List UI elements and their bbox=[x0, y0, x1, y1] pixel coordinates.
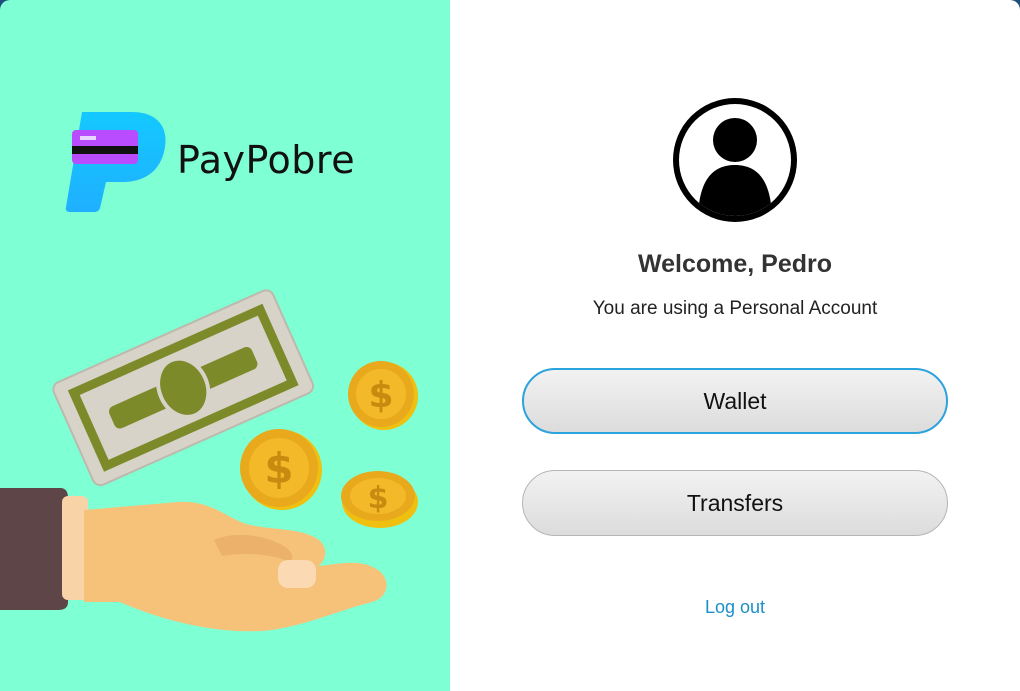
transfers-button[interactable]: Transfers bbox=[522, 470, 948, 536]
brand: PayPobre bbox=[60, 108, 390, 218]
svg-text:$: $ bbox=[264, 444, 293, 493]
paypobre-logo-icon bbox=[65, 112, 166, 212]
home-panel: Welcome, Pedro You are using a Personal … bbox=[450, 0, 1020, 691]
app-window: PayPobre $ $ $ Welcome, Pedro You are us… bbox=[0, 0, 1020, 691]
logout-link[interactable]: Log out bbox=[450, 597, 1020, 618]
account-type-text: You are using a Personal Account bbox=[592, 298, 878, 319]
hand-money-illustration: $ $ $ bbox=[0, 289, 418, 632]
wallet-button[interactable]: Wallet bbox=[522, 368, 948, 434]
brand-name: PayPobre bbox=[177, 138, 356, 182]
coin-icon: $ bbox=[348, 361, 418, 430]
welcome-heading: Welcome, Pedro bbox=[637, 250, 833, 278]
svg-text:$: $ bbox=[368, 375, 393, 416]
svg-text:$: $ bbox=[368, 481, 389, 516]
coin-icon: $ bbox=[341, 471, 418, 528]
user-avatar-icon bbox=[673, 98, 797, 222]
coin-icon: $ bbox=[240, 429, 322, 510]
branding-panel: PayPobre $ $ $ bbox=[0, 0, 450, 691]
